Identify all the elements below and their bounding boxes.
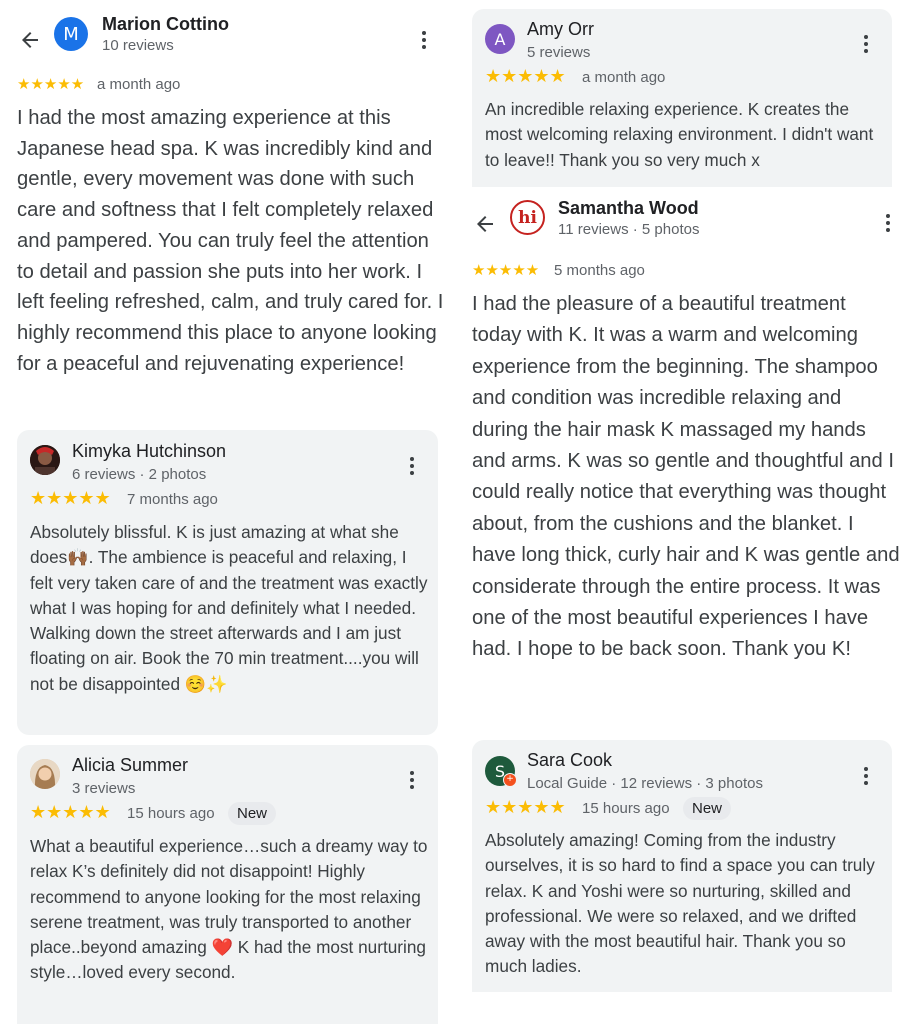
back-arrow-icon[interactable]: [473, 212, 497, 236]
hi-logo: hi: [518, 207, 537, 228]
review-date: a month ago: [97, 76, 181, 93]
avatar[interactable]: hi: [510, 200, 545, 235]
reviewer-name[interactable]: Amy Orr: [527, 19, 594, 40]
more-options-icon[interactable]: [409, 457, 415, 477]
avatar[interactable]: [30, 445, 60, 475]
reviewer-meta: 5 reviews: [527, 44, 591, 61]
back-arrow-icon[interactable]: [18, 28, 42, 52]
reviewer-meta: 6 reviews · 2 photos: [72, 466, 207, 483]
new-badge: New: [228, 802, 277, 825]
new-badge: New: [683, 797, 732, 820]
reviewer-meta: Local Guide · 12 reviews · 3 photos: [527, 775, 763, 792]
more-options-icon[interactable]: [421, 31, 427, 51]
star-rating: ★★★★★: [472, 262, 540, 279]
review-text: I had the pleasure of a beautiful treatm…: [472, 293, 900, 661]
more-options-icon[interactable]: [885, 214, 891, 234]
profile-photo-icon: [30, 445, 60, 475]
review-date: a month ago: [582, 69, 666, 86]
review-card-sara: S + Sara Cook Local Guide · 12 reviews ·…: [472, 740, 892, 992]
star-rating: ★★★★★: [485, 797, 566, 817]
review-date: 15 hours ago: [127, 805, 215, 822]
star-rating: ★★★★★: [485, 66, 566, 86]
review-date: 5 months ago: [554, 262, 645, 279]
reviewer-meta: 10 reviews: [102, 37, 174, 54]
reviewer-name[interactable]: Samantha Wood: [558, 198, 699, 219]
reviewer-name[interactable]: Kimyka Hutchinson: [72, 441, 226, 462]
review-text: An incredible relaxing experience. K cre…: [485, 99, 874, 170]
review-card-amy: A Amy Orr 5 reviews ★★★★★ a month ago An…: [472, 9, 892, 187]
review-date: 15 hours ago: [582, 800, 670, 817]
avatar[interactable]: A: [485, 24, 515, 54]
reviewer-meta: 11 reviews · 5 photos: [558, 221, 700, 238]
review-card-alicia: Alicia Summer 3 reviews ★★★★★ 15 hours a…: [17, 745, 438, 1024]
more-options-icon[interactable]: [863, 767, 869, 787]
star-rating: ★★★★★: [30, 802, 111, 822]
profile-photo-icon: [30, 759, 60, 789]
reviewer-name[interactable]: Alicia Summer: [72, 755, 188, 776]
review-text: What a beautiful experience…such a dream…: [30, 836, 428, 983]
star-rating: ★★★★★: [30, 488, 111, 508]
review-card-kimyka: Kimyka Hutchinson 6 reviews · 2 photos ★…: [17, 430, 438, 735]
more-options-icon[interactable]: [863, 35, 869, 55]
local-guide-badge-icon: +: [503, 773, 517, 787]
avatar[interactable]: M: [54, 17, 88, 51]
review-text: I had the most amazing experience at thi…: [17, 107, 444, 375]
review-text: Absolutely amazing! Coming from the indu…: [485, 830, 875, 977]
reviewer-name[interactable]: Marion Cottino: [102, 14, 229, 35]
more-options-icon[interactable]: [409, 771, 415, 791]
review-text: Absolutely blissful. K is just amazing a…: [30, 522, 428, 694]
star-rating: ★★★★★: [17, 76, 85, 93]
reviewer-name[interactable]: Sara Cook: [527, 750, 612, 771]
avatar[interactable]: [30, 759, 60, 789]
reviewer-meta: 3 reviews: [72, 780, 136, 797]
review-date: 7 months ago: [127, 491, 218, 508]
